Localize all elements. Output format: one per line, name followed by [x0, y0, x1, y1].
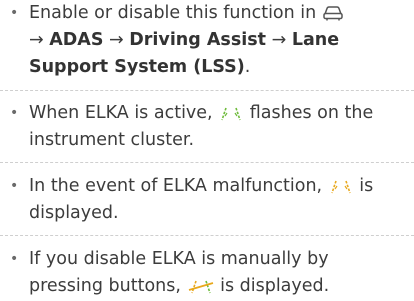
- list-item: If you disable ELKA is manually by press…: [0, 246, 414, 300]
- item-text: Enable or disable this function in: [29, 3, 322, 23]
- car-settings-icon: [322, 5, 344, 21]
- item-text: In the event of ELKA malfunction,: [29, 176, 328, 196]
- list-item: Enable or disable this function in → ADA…: [0, 0, 414, 81]
- item-text: When ELKA is active,: [29, 103, 219, 123]
- menu-path-driving-assist: Driving Assist: [129, 30, 267, 50]
- lane-lines-green-icon: [218, 107, 244, 121]
- arrow: →: [103, 30, 130, 50]
- item-text: is displayed.: [214, 276, 330, 296]
- menu-path-adas: ADAS: [49, 30, 104, 50]
- divider: [0, 90, 414, 91]
- arrow: →: [29, 30, 50, 50]
- list-item: In the event of ELKA malfunction, is dis…: [0, 173, 414, 227]
- item-text: .: [244, 57, 251, 77]
- arrow: →: [266, 30, 292, 50]
- bullet-list: Enable or disable this function in → ADA…: [0, 0, 414, 300]
- divider: [0, 235, 414, 236]
- lane-lines-crossed-icon: [187, 280, 215, 294]
- lane-lines-yellow-icon: [328, 180, 354, 194]
- list-item: When ELKA is active, flashes on the inst…: [0, 100, 414, 154]
- divider: [0, 162, 414, 163]
